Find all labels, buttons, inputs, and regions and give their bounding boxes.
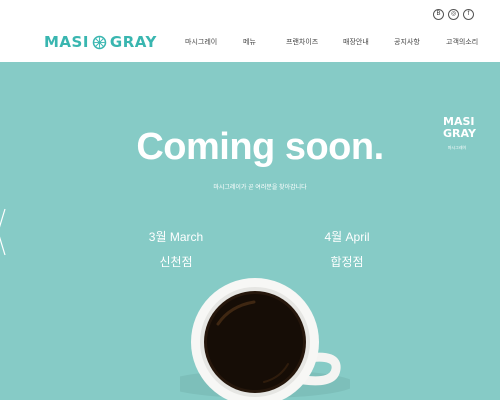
store-open-date: 3월 March [148, 230, 204, 244]
nav-item-stores[interactable]: 매장안내 [343, 37, 369, 47]
nav-item-masigray[interactable]: 마시그레이 [185, 37, 217, 47]
instagram-icon[interactable]: ◎ [448, 9, 459, 20]
coming-soon-subtitle: 마시그레이가 곧 여러분을 찾아갑니다 [213, 185, 307, 191]
side-brand-logo: MASI GRAY 마시그레이 [443, 116, 476, 154]
store-open-date: 4월 April [324, 230, 370, 244]
nav-item-notice[interactable]: 공지사항 [394, 37, 420, 47]
social-links: B ◎ f [433, 9, 474, 20]
nav-item-franchise[interactable]: 프랜차이즈 [286, 37, 318, 47]
facebook-icon[interactable]: f [463, 9, 474, 20]
side-logo-line2: GRAY [443, 127, 476, 140]
main-nav: 마시그레이 메뉴 프랜차이즈 매장안내 공지사항 고객의소리 [0, 37, 500, 49]
prev-slide-arrow-icon[interactable] [0, 207, 6, 257]
store-card-sincheon: 3월 March 신천점 [136, 228, 216, 270]
hero-banner: Coming soon. 마시그레이가 곧 여러분을 찾아갑니다 3월 Marc… [0, 62, 500, 400]
side-logo-sub: 마시그레이 [447, 145, 467, 150]
store-card-hapjeong: 4월 April 합정점 [307, 228, 387, 270]
nav-item-menu[interactable]: 메뉴 [243, 37, 256, 47]
blog-icon[interactable]: B [433, 9, 444, 20]
store-name: 신천점 [159, 255, 193, 269]
coming-soon-title: Coming soon. [136, 126, 384, 168]
site-header: MASI GRAY B ◎ f 마시그레이 메뉴 프랜차이즈 매장안내 공지사항… [0, 0, 500, 62]
nav-item-voc[interactable]: 고객의소리 [446, 37, 478, 47]
store-name: 합정점 [330, 255, 364, 269]
coffee-cup-image [180, 278, 350, 400]
